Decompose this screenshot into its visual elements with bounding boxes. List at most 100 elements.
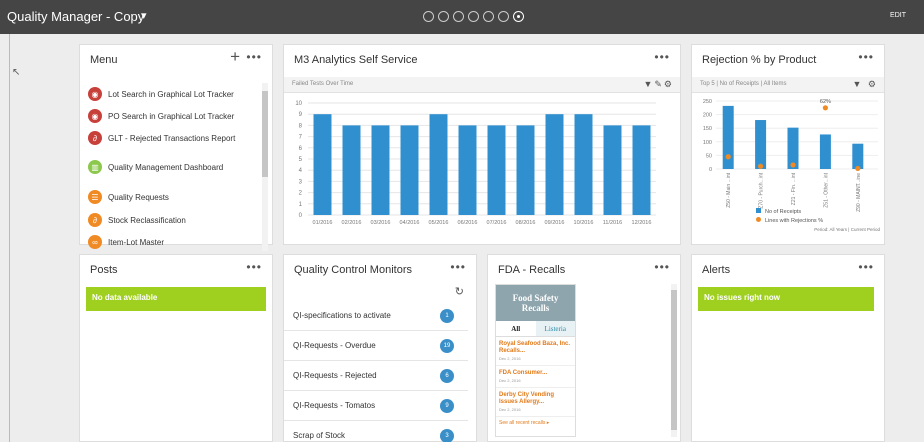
monitor-label: QI-Requests - Tomatos	[293, 401, 376, 410]
more-icon[interactable]: •••	[858, 260, 874, 274]
bar	[487, 125, 506, 215]
monitor-row[interactable]: Scrap of Stock 3	[284, 421, 468, 442]
count-badge: 1	[440, 309, 454, 323]
recall-item[interactable]: FDA Consumer... Dec 2, 2016	[496, 366, 575, 388]
bar	[632, 125, 651, 215]
card-title: Menu	[90, 54, 118, 66]
add-icon[interactable]: +	[230, 47, 240, 67]
card-title: Alerts	[702, 264, 731, 276]
legend-swatch	[756, 208, 761, 213]
point	[790, 162, 796, 168]
chart-toolbar: Top 5 | No of Receipts | All Items ▼ ⚙	[692, 77, 884, 93]
card-title: Quality Control Monitors	[294, 264, 412, 276]
bar	[400, 125, 419, 215]
monitor-row[interactable]: QI-Requests - Overdue 19	[284, 331, 468, 361]
scrollbar-thumb[interactable]	[671, 290, 677, 430]
point	[855, 165, 861, 172]
page-dot-active[interactable]	[513, 11, 524, 22]
bar	[574, 114, 593, 215]
page-dot[interactable]	[453, 11, 464, 22]
more-icon[interactable]: •••	[246, 260, 262, 274]
menu-item-label: Item-Lot Master	[108, 237, 165, 247]
menu-item[interactable]: ▥ Quality Management Dashboard	[88, 149, 260, 185]
x-tick-label: 09/2016	[545, 220, 565, 226]
bar	[852, 143, 864, 169]
monitor-label: QI-specifications to activate	[293, 311, 391, 320]
menu-item[interactable]: ☰ Quality Requests	[88, 185, 260, 209]
fda-recalls-card: FDA - Recalls ••• Food Safety Recalls Al…	[487, 254, 681, 442]
page-dot[interactable]	[438, 11, 449, 22]
count-badge: 19	[440, 339, 454, 353]
card-title: FDA - Recalls	[498, 264, 566, 276]
bar	[755, 120, 767, 169]
y-tick-label: 8	[299, 123, 303, 129]
recalls-heading: Recalls	[521, 303, 550, 313]
dashboard-icon: ▥	[88, 160, 102, 174]
rejection-chart: 0 50 100 150 200 250 Z50 - Main ...int Z70 - Pu…	[703, 99, 881, 232]
page-indicator	[423, 11, 524, 22]
legend-label: No of Receipts	[765, 209, 801, 215]
tab-listeria[interactable]: Listeria	[535, 321, 575, 336]
app-title[interactable]: Quality Manager - Copy	[7, 9, 144, 24]
y-tick-label: 6	[299, 146, 303, 152]
recall-item[interactable]: Royal Seafood Baza, Inc. Recalls... Dec 2…	[496, 337, 575, 366]
chevron-down-icon[interactable]: ▾	[141, 9, 147, 22]
edit-button[interactable]: EDIT	[890, 12, 906, 19]
chart-toolbar: Failed Tests Over Time ▼✎⚙	[284, 77, 680, 93]
chart-subtitle: Top 5 | No of Receipts | All Items	[700, 81, 787, 87]
x-tick-label: 06/2016	[458, 220, 478, 226]
y-tick-label: 50	[706, 153, 712, 159]
recalls-heading: Food Safety	[512, 293, 559, 303]
tab-all[interactable]: All	[496, 321, 536, 336]
x-tick-label: 12/2016	[632, 220, 652, 226]
scrollbar-thumb[interactable]	[262, 91, 268, 177]
page-dot[interactable]	[498, 11, 509, 22]
menu-item[interactable]: ◉ Lot Search in Graphical Lot Tracker	[88, 83, 260, 105]
menu-item[interactable]: ◉ PO Search in Graphical Lot Tracker	[88, 105, 260, 127]
link-icon: ∞	[88, 235, 102, 249]
page-dot[interactable]	[483, 11, 494, 22]
recall-item[interactable]: Derby City Vending Issues Allergy... Dec …	[496, 388, 575, 417]
bar	[371, 125, 390, 215]
monitor-row[interactable]: QI-specifications to activate 1	[284, 301, 468, 331]
status-banner: No issues right now	[698, 287, 874, 311]
recalls-header: Food Safety Recalls	[496, 285, 575, 321]
point-label: 62%	[820, 99, 831, 105]
refresh-icon[interactable]: ↻	[455, 285, 464, 298]
see-all-link[interactable]: See all recent recalls ▸	[496, 417, 575, 429]
filter-edit-settings-icons[interactable]: ▼✎⚙	[643, 79, 674, 90]
monitor-row[interactable]: QI-Requests - Tomatos 9	[284, 391, 468, 421]
globe-icon: ◉	[88, 109, 102, 123]
failed-tests-chart: 0 1 2 3 4 5 6 7 8 9 10 01/2016 02/2016 03/2016 04/2016…	[295, 101, 656, 226]
filter-settings-icons[interactable]: ▼ ⚙	[853, 79, 878, 90]
x-tick-label: 07/2016	[487, 220, 507, 226]
y-tick-label: 2	[299, 191, 303, 197]
more-icon[interactable]: •••	[654, 260, 670, 274]
link-icon: ∂	[88, 131, 102, 145]
qc-monitors-card: Quality Control Monitors ••• ↻ QI-specif…	[283, 254, 477, 442]
page-dot[interactable]	[468, 11, 479, 22]
bar	[603, 125, 622, 215]
scrollbar[interactable]	[671, 284, 677, 437]
menu-item-label: Quality Management Dashboard	[108, 162, 224, 172]
count-badge: 6	[440, 369, 454, 383]
recalls-tabs: All Listeria	[496, 321, 575, 337]
count-badge: 9	[440, 399, 454, 413]
globe-icon: ◉	[88, 87, 102, 101]
monitor-row[interactable]: QI-Requests - Rejected 6	[284, 361, 468, 391]
more-icon[interactable]: •••	[450, 260, 466, 274]
more-icon[interactable]: •••	[858, 50, 874, 64]
y-tick-label: 150	[703, 126, 712, 132]
more-icon[interactable]: •••	[246, 50, 262, 64]
legend-swatch	[756, 217, 761, 222]
menu-item[interactable]: ∂ GLT - Rejected Transactions Report	[88, 127, 260, 149]
menu-item[interactable]: ∂ Stock Reclassification	[88, 209, 260, 231]
page-dot[interactable]	[423, 11, 434, 22]
y-tick-label: 0	[709, 167, 712, 173]
more-icon[interactable]: •••	[654, 50, 670, 64]
recall-title: Derby City Vending Issues Allergy...	[499, 392, 555, 405]
menu-item[interactable]: ∞ Item-Lot Master	[88, 231, 260, 253]
scrollbar[interactable]	[262, 83, 268, 251]
chart-subtitle: Failed Tests Over Time	[292, 81, 354, 87]
y-tick-label: 200	[703, 113, 712, 119]
